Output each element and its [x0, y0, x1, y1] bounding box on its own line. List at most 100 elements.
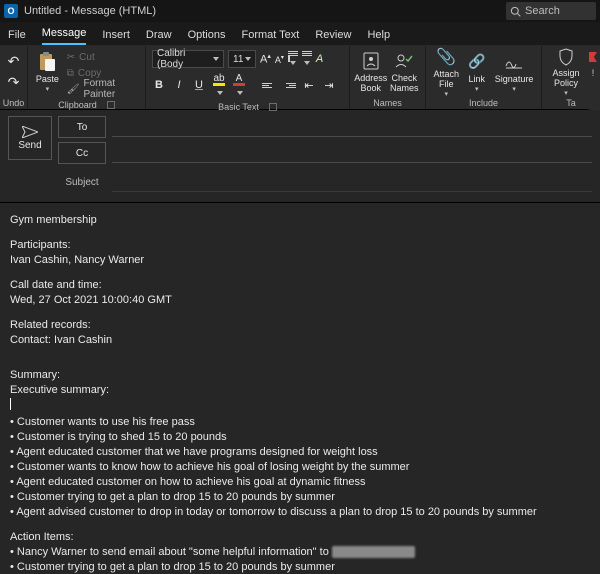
text-cursor	[10, 398, 11, 410]
group-label-basic-text: Basic Text	[218, 102, 259, 112]
action-items-heading: Action Items:	[10, 530, 590, 545]
chevron-down-icon	[213, 57, 219, 61]
message-body[interactable]: Gym membership Participants: Ivan Cashin…	[0, 203, 600, 574]
check-names-icon	[395, 53, 413, 69]
action-item: • Customer trying to get a plan to drop …	[10, 560, 590, 574]
title-bar: O Untitled - Message (HTML) Search	[0, 0, 600, 22]
bullet-item: • Customer is trying to shed 15 to 20 po…	[10, 430, 590, 445]
search-input[interactable]: Search	[506, 2, 596, 20]
redo-icon[interactable]: ↷	[8, 74, 20, 91]
link-icon: 🔗	[468, 53, 485, 70]
tab-draw[interactable]: Draw	[146, 29, 172, 45]
signature-button[interactable]: Signature ▾	[491, 48, 537, 96]
cut-button[interactable]: ✂Cut	[65, 50, 139, 64]
font-size-select[interactable]: 11	[228, 50, 256, 68]
related-heading: Related records:	[10, 318, 590, 333]
ribbon-overflow: !	[586, 46, 600, 110]
participants-list: Ivan Cashin, Nancy Warner	[10, 253, 590, 268]
datetime-value: Wed, 27 Oct 2021 10:00:40 GMT	[10, 293, 590, 308]
chevron-down-icon	[245, 57, 251, 61]
numbering-icon[interactable]	[302, 51, 312, 68]
tab-help[interactable]: Help	[367, 29, 390, 45]
bullet-item: • Agent educated customer that we have p…	[10, 445, 590, 460]
align-right-icon[interactable]	[282, 83, 296, 88]
scissors-icon: ✂	[67, 52, 75, 63]
compose-header: Send To Cc Subject	[0, 110, 600, 203]
tab-review[interactable]: Review	[315, 29, 351, 45]
font-name-select[interactable]: Calibri (Body	[152, 50, 224, 68]
group-label-include: Include	[426, 98, 541, 109]
shrink-font-icon[interactable]: A▾	[275, 54, 284, 65]
action-item: • Nancy Warner to send email about "some…	[10, 545, 590, 560]
participants-heading: Participants:	[10, 238, 590, 253]
grow-font-icon[interactable]: A▴	[260, 52, 271, 66]
chevron-down-icon: ▾	[46, 85, 50, 93]
chevron-down-icon: ▾	[512, 85, 516, 93]
underline-button[interactable]: U	[192, 79, 206, 91]
dialog-launcher-icon[interactable]	[107, 101, 115, 109]
copy-icon: ⧉	[67, 68, 74, 79]
paperclip-icon: 📎	[436, 47, 456, 67]
paste-icon	[38, 52, 56, 72]
paste-button[interactable]: Paste ▾	[32, 48, 63, 96]
clear-formatting-icon[interactable]: A	[316, 53, 323, 65]
group-clipboard: Paste ▾ ✂Cut ⧉Copy 🖌Format Painter Clipb…	[28, 46, 146, 109]
highlight-button[interactable]: ab	[212, 72, 226, 98]
bullet-item: • Customer wants to know how to achieve …	[10, 460, 590, 475]
align-left-icon[interactable]	[262, 83, 276, 88]
indent-right-icon[interactable]: ⇥	[322, 79, 336, 92]
group-label-undo: Undo	[0, 98, 27, 109]
ribbon-tabs: File Message Insert Draw Options Format …	[0, 22, 600, 46]
signature-icon	[505, 55, 523, 69]
group-names: Address Book Check Names Names	[350, 46, 426, 109]
flag-icon[interactable]	[589, 52, 597, 62]
ribbon: ↶ ↷ Undo Paste ▾ ✂Cut ⧉Copy 🖌Format Pain…	[0, 46, 600, 110]
cc-button[interactable]: Cc	[58, 142, 106, 164]
chevron-down-icon: ▾	[564, 89, 568, 97]
send-icon	[22, 126, 38, 138]
to-field[interactable]	[112, 117, 592, 137]
tab-message[interactable]: Message	[42, 27, 87, 45]
italic-button[interactable]: I	[172, 79, 186, 91]
exec-summary-heading: Executive summary:	[10, 383, 590, 398]
indent-left-icon[interactable]: ⇤	[302, 79, 316, 92]
bold-button[interactable]: B	[152, 79, 166, 91]
bullet-item: • Customer trying to get a plan to drop …	[10, 490, 590, 505]
link-button[interactable]: 🔗 Link ▾	[462, 48, 491, 96]
summary-heading: Summary:	[10, 368, 590, 383]
cc-field[interactable]	[112, 143, 592, 163]
address-book-button[interactable]: Address Book	[354, 48, 388, 96]
dialog-launcher-icon[interactable]	[269, 103, 277, 111]
check-names-button[interactable]: Check Names	[388, 48, 422, 96]
redacted-text: +353892678274.	[332, 546, 415, 558]
chevron-down-icon: ▾	[475, 85, 479, 93]
send-button[interactable]: Send	[8, 116, 52, 160]
bullets-icon[interactable]	[288, 51, 298, 68]
chevron-down-icon: ▾	[444, 90, 448, 98]
group-undo: ↶ ↷ Undo	[0, 46, 28, 109]
to-button[interactable]: To	[58, 116, 106, 138]
attach-file-button[interactable]: 📎 Attach File ▾	[430, 48, 462, 96]
shield-icon	[558, 48, 574, 66]
format-painter-button[interactable]: 🖌Format Painter	[65, 82, 139, 96]
brush-icon: 🖌	[67, 84, 80, 95]
window-title: Untitled - Message (HTML)	[24, 5, 156, 17]
subject-field[interactable]	[112, 172, 592, 192]
address-book-icon	[363, 52, 379, 70]
outlook-icon: O	[4, 4, 18, 18]
body-title: Gym membership	[10, 213, 590, 228]
undo-icon[interactable]: ↶	[8, 53, 20, 70]
related-value: Contact: Ivan Cashin	[10, 333, 590, 348]
tab-insert[interactable]: Insert	[102, 29, 130, 45]
datetime-heading: Call date and time:	[10, 278, 590, 293]
group-label-names: Names	[350, 98, 425, 109]
tab-options[interactable]: Options	[188, 29, 226, 45]
search-placeholder: Search	[525, 5, 560, 17]
search-icon	[510, 6, 521, 17]
assign-policy-button[interactable]: Assign Policy ▾	[546, 48, 586, 96]
group-basic-text: Calibri (Body 11 A▴ A▾ A B I U ab A ⇤ ⇥	[146, 46, 350, 109]
group-label-clipboard: Clipboard	[58, 100, 97, 110]
tab-format-text[interactable]: Format Text	[241, 29, 299, 45]
font-color-button[interactable]: A	[232, 72, 246, 98]
tab-file[interactable]: File	[8, 29, 26, 45]
